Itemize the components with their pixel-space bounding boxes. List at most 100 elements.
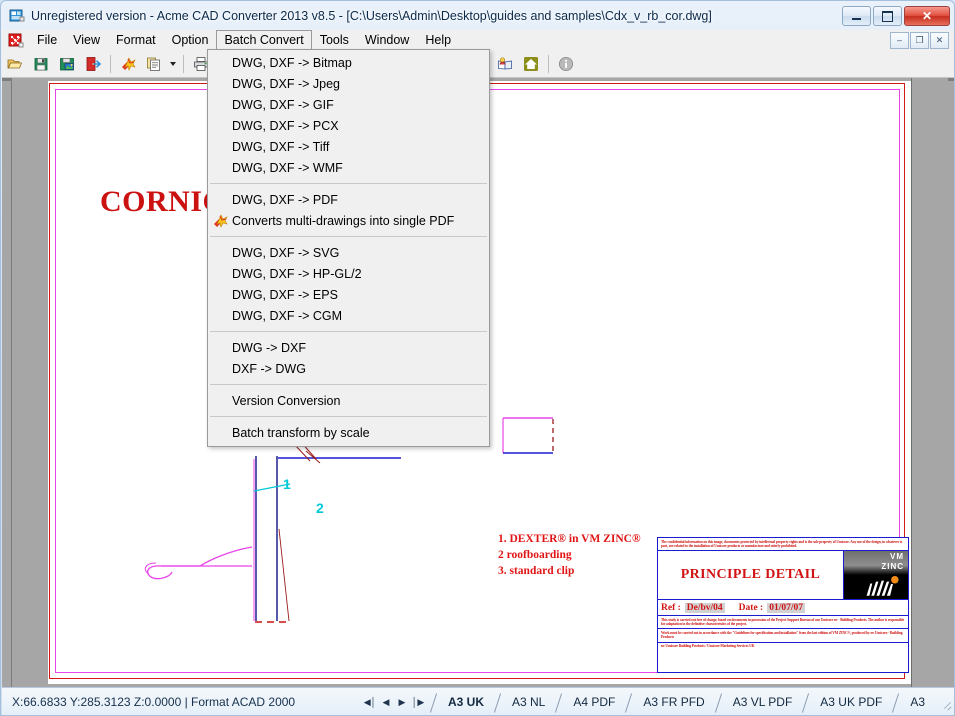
menu-item-dwg-dxf-eps[interactable]: DWG, DXF -> EPS bbox=[208, 284, 489, 305]
home-icon bbox=[524, 57, 538, 71]
title-block-note-3: nv Umicore Building Products / Umicore M… bbox=[661, 644, 755, 649]
menu-item-batch-transform-by-scale[interactable]: Batch transform by scale bbox=[208, 422, 489, 443]
logo-mark-icon bbox=[866, 575, 899, 596]
info-icon bbox=[558, 56, 574, 72]
floppy-disk-icon bbox=[34, 58, 48, 71]
vmzinc-logo: VM ZINC bbox=[844, 551, 908, 600]
canvas-left-margin bbox=[12, 78, 48, 687]
mdi-minimize-button[interactable]: – bbox=[890, 32, 909, 49]
menu-format[interactable]: Format bbox=[108, 30, 164, 51]
menu-item-dwg-to-dxf[interactable]: DWG -> DXF bbox=[208, 337, 489, 358]
menu-bar: File View Format Option Batch Convert To… bbox=[2, 30, 954, 51]
sheet-tab-a3-uk-pdf[interactable]: A3 UK PDF bbox=[811, 694, 891, 711]
menu-item-dwg-dxf-bitmap[interactable]: DWG, DXF -> Bitmap bbox=[208, 52, 489, 73]
caption-buttons: ✕ bbox=[840, 6, 950, 26]
ref-label: Ref : bbox=[661, 602, 681, 613]
title-block-ref-row: Ref : De/bv/04 Date : 01/07/07 bbox=[658, 600, 908, 617]
menu-item-version-conversion[interactable]: Version Conversion bbox=[208, 390, 489, 411]
toolbar-separator bbox=[548, 55, 549, 73]
star-burst-icon bbox=[122, 57, 136, 71]
register-button[interactable] bbox=[493, 53, 517, 76]
menu-item-dwg-dxf-wmf[interactable]: DWG, DXF -> WMF bbox=[208, 157, 489, 178]
menu-item-dwg-dxf-gif[interactable]: DWG, DXF -> GIF bbox=[208, 94, 489, 115]
toolbar-separator bbox=[183, 55, 184, 73]
menu-item-dwg-dxf-pdf[interactable]: DWG, DXF -> PDF bbox=[208, 189, 489, 210]
menu-item-dwg-dxf-tiff[interactable]: DWG, DXF -> Tiff bbox=[208, 136, 489, 157]
menu-item-dxf-to-dwg[interactable]: DXF -> DWG bbox=[208, 358, 489, 379]
sheet-tab-a3-uk[interactable]: A3 UK bbox=[439, 694, 493, 711]
window-frame: Unregistered version - Acme CAD Converte… bbox=[0, 0, 955, 716]
menu-separator bbox=[210, 384, 487, 385]
tab-divider bbox=[554, 694, 564, 711]
logo-text-vm: VM bbox=[890, 552, 904, 562]
multi-page-button[interactable] bbox=[142, 53, 166, 76]
resize-grip[interactable] bbox=[938, 695, 952, 709]
sheet-tab-a3-nl[interactable]: A3 NL bbox=[503, 694, 554, 711]
mdi-restore-button[interactable]: ❐ bbox=[910, 32, 929, 49]
batch-convert-menu[interactable]: DWG, DXF -> Bitmap DWG, DXF -> Jpeg DWG,… bbox=[207, 49, 490, 447]
tab-divider bbox=[714, 694, 724, 711]
menu-separator bbox=[210, 236, 487, 237]
canvas-right-margin bbox=[911, 78, 948, 687]
drawing-notes: 1. DEXTER® in VM ZINC® 2 roofboarding 3.… bbox=[498, 531, 641, 579]
save-button[interactable] bbox=[29, 53, 53, 76]
tab-divider bbox=[624, 694, 634, 711]
next-sheet-button[interactable]: ▶ bbox=[394, 694, 410, 710]
export-door-icon bbox=[86, 57, 101, 71]
save-as-image-button[interactable] bbox=[55, 53, 79, 76]
menu-separator bbox=[210, 416, 487, 417]
app-icon bbox=[9, 8, 25, 24]
mdi-close-button[interactable]: ✕ bbox=[930, 32, 949, 49]
batch-convert-button[interactable] bbox=[116, 53, 140, 76]
tab-divider bbox=[891, 694, 901, 711]
menu-batch-convert[interactable]: Batch Convert bbox=[216, 30, 312, 51]
sheet-tab-a3-vl-pdf[interactable]: A3 VL PDF bbox=[724, 694, 802, 711]
menu-item-dwg-dxf-jpeg[interactable]: DWG, DXF -> Jpeg bbox=[208, 73, 489, 94]
note-line-3: 3. standard clip bbox=[498, 565, 575, 577]
menu-window[interactable]: Window bbox=[357, 30, 417, 51]
sheet-tab-a4-pdf[interactable]: A4 PDF bbox=[564, 694, 624, 711]
menu-item-dwg-dxf-svg[interactable]: DWG, DXF -> SVG bbox=[208, 242, 489, 263]
tab-divider bbox=[429, 694, 439, 711]
sheet-tab-a3-fr-pfd[interactable]: A3 FR PFD bbox=[634, 694, 713, 711]
ref-value: De/bv/04 bbox=[684, 602, 725, 613]
menu-item-label: Converts multi-drawings into single PDF bbox=[232, 213, 455, 228]
menu-help[interactable]: Help bbox=[417, 30, 459, 51]
close-button[interactable]: ✕ bbox=[904, 6, 950, 26]
tab-divider bbox=[801, 694, 811, 711]
user-book-icon bbox=[498, 57, 512, 70]
sheet-nav-buttons: ◀│ ◀ ▶ │▶ bbox=[362, 694, 426, 710]
menu-item-dwg-dxf-cgm[interactable]: DWG, DXF -> CGM bbox=[208, 305, 489, 326]
application-window: Unregistered version - Acme CAD Converte… bbox=[0, 0, 955, 716]
tab-divider bbox=[493, 694, 503, 711]
menu-option[interactable]: Option bbox=[164, 30, 217, 51]
status-coordinates: X:66.6833 Y:285.3123 Z:0.0000 | Format A… bbox=[12, 695, 296, 709]
menu-file[interactable]: File bbox=[29, 30, 65, 51]
documents-icon bbox=[147, 57, 160, 71]
minimize-button[interactable] bbox=[842, 6, 871, 26]
title-block-title: PRINCIPLE DETAIL bbox=[658, 551, 844, 600]
home-button[interactable] bbox=[519, 53, 543, 76]
maximize-button[interactable] bbox=[873, 6, 902, 26]
menu-tools[interactable]: Tools bbox=[312, 30, 357, 51]
menu-item-dwg-dxf-pcx[interactable]: DWG, DXF -> PCX bbox=[208, 115, 489, 136]
sheet-tabs-area: ◀│ ◀ ▶ │▶ A3 UK A3 NL A4 PDF A3 FR PFD A… bbox=[362, 688, 954, 716]
menu-item-dwg-dxf-hpgl2[interactable]: DWG, DXF -> HP-GL/2 bbox=[208, 263, 489, 284]
previous-sheet-button[interactable]: ◀ bbox=[378, 694, 394, 710]
menu-item-multi-drawings-single-pdf[interactable]: Converts multi-drawings into single PDF bbox=[208, 210, 489, 231]
last-sheet-button[interactable]: │▶ bbox=[410, 694, 426, 710]
note-line-2: 2 roofboarding bbox=[498, 549, 572, 561]
status-bar: X:66.6833 Y:285.3123 Z:0.0000 | Format A… bbox=[2, 687, 954, 716]
multi-page-dropdown-arrow[interactable] bbox=[167, 53, 179, 76]
close-icon: ✕ bbox=[921, 9, 933, 23]
export-button[interactable] bbox=[81, 53, 105, 76]
about-button[interactable] bbox=[554, 53, 578, 76]
menu-view[interactable]: View bbox=[65, 30, 108, 51]
title-block-note-1: This study is carried out free of charge… bbox=[658, 616, 908, 630]
sheet-tab-a3[interactable]: A3 bbox=[901, 694, 934, 711]
floppy-image-icon bbox=[60, 58, 74, 71]
open-file-button[interactable] bbox=[3, 53, 27, 76]
app-menu-icon[interactable] bbox=[8, 33, 24, 49]
first-sheet-button[interactable]: ◀│ bbox=[362, 694, 378, 710]
title-block-legal-top: The confidential information on this ima… bbox=[658, 538, 908, 552]
